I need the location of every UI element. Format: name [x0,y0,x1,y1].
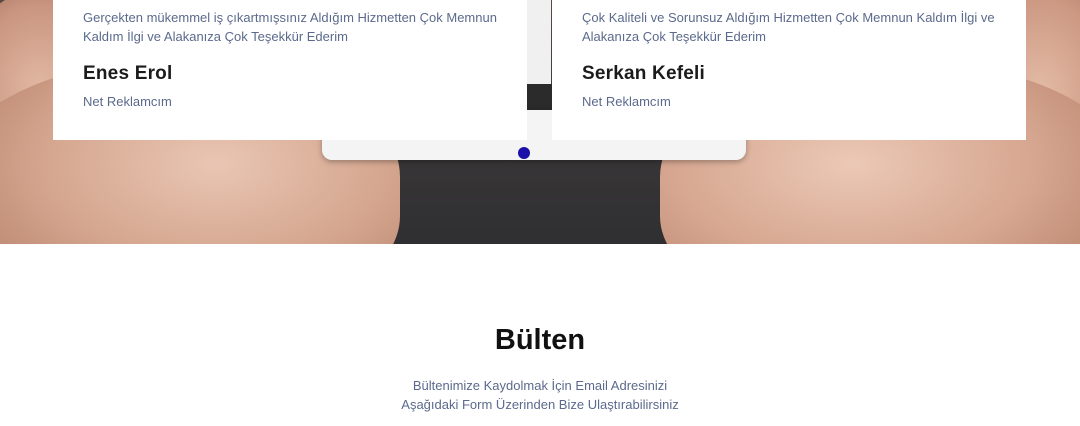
hero-background-image [526,84,552,112]
testimonials-section: Gerçekten mükemmel iş çıkartmışsınız Ald… [0,0,1080,244]
testimonial-author-role: Net Reklamcım [582,94,671,109]
testimonial-quote: Çok Kaliteli ve Sorunsuz Aldığım Hizmett… [582,10,995,44]
testimonial-author-name: Enes Erol [83,63,173,84]
newsletter-description: Bültenimize Kaydolmak İçin Email Adresin… [0,376,1080,414]
newsletter-title: Bülten [494,324,586,356]
testimonial-card: Çok Kaliteli ve Sorunsuz Aldığım Hizmett… [552,0,1026,140]
testimonial-author-role: Net Reklamcım [83,94,172,109]
testimonial-quote: Gerçekten mükemmel iş çıkartmışsınız Ald… [83,10,497,44]
carousel-dot-active[interactable] [518,147,530,159]
newsletter-description-line: Aşağıdaki Form Üzerinden Bize Ulaştırabi… [401,397,679,412]
newsletter-section: Bülten Bültenimize Kaydolmak İçin Email … [0,244,1080,426]
testimonial-author-name: Serkan Kefeli [582,63,705,84]
newsletter-description-line: Bültenimize Kaydolmak İçin Email Adresin… [412,378,668,393]
testimonial-card: Gerçekten mükemmel iş çıkartmışsınız Ald… [53,0,527,140]
